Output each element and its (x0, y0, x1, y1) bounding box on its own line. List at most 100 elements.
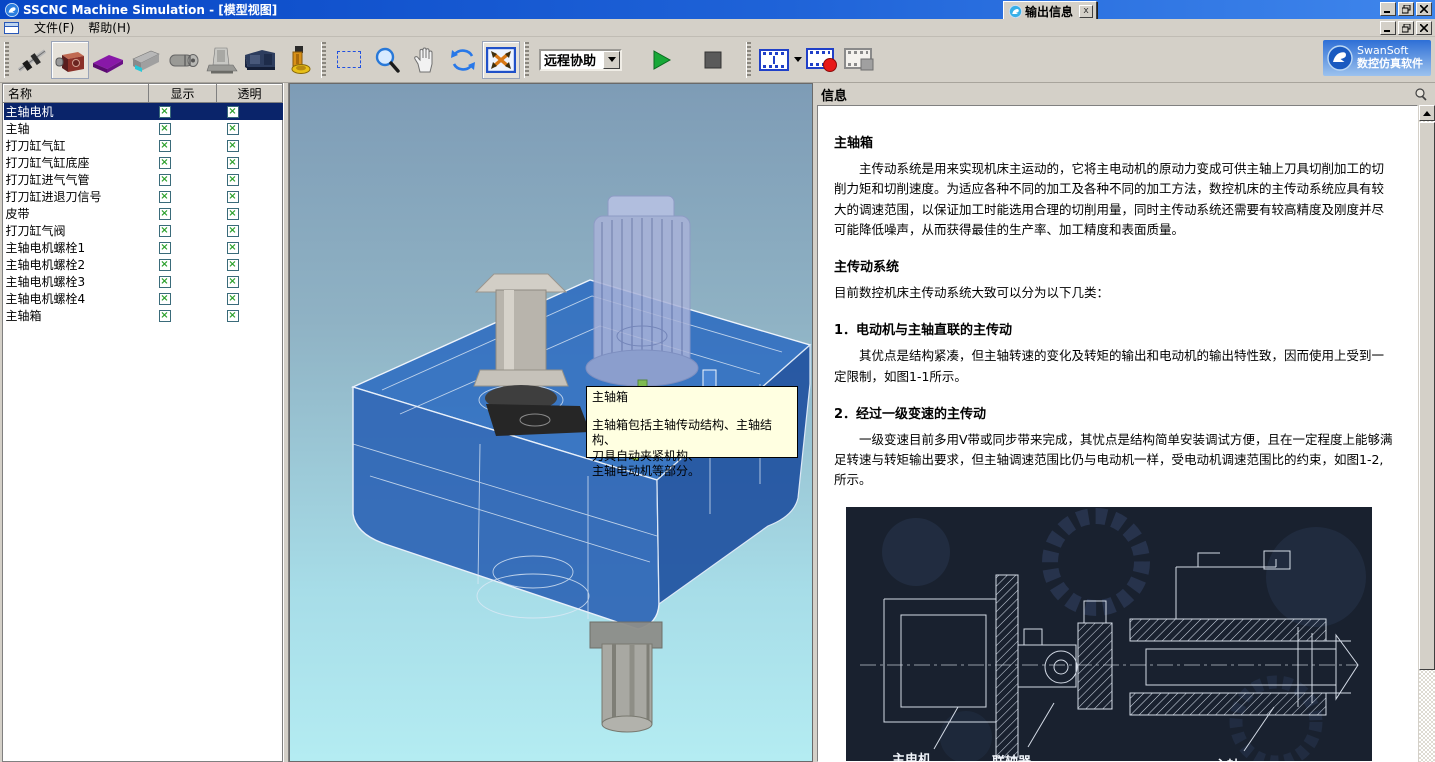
part-name[interactable]: 主轴电机螺栓3 (4, 273, 149, 290)
table-row[interactable]: 打刀缸气缸 × × (4, 137, 283, 154)
child-minimize-button[interactable] (1380, 21, 1396, 35)
transparent-checkbox[interactable]: × (227, 208, 239, 220)
table-row[interactable]: 主轴 × × (4, 120, 283, 137)
menu-file[interactable]: 文件(F) (27, 17, 81, 38)
part-name[interactable]: 主轴箱 (4, 307, 149, 324)
transparent-checkbox[interactable]: × (227, 140, 239, 152)
transparent-checkbox[interactable]: × (227, 276, 239, 288)
spindle-box-icon[interactable] (51, 41, 89, 79)
spindle-shaft-icon[interactable] (13, 41, 51, 79)
zoom-icon[interactable] (368, 41, 406, 79)
machine-bed-icon[interactable] (89, 41, 127, 79)
table-row[interactable]: 主轴电机螺栓4 × × (4, 290, 283, 307)
transparent-checkbox[interactable]: × (227, 123, 239, 135)
tool-changer-icon[interactable] (279, 41, 317, 79)
menu-help[interactable]: 帮助(H) (81, 17, 137, 38)
display-checkbox[interactable]: × (159, 310, 171, 322)
table-row[interactable]: 打刀缸进气气管 × × (4, 171, 283, 188)
film-icon[interactable] (755, 41, 793, 79)
stop-button[interactable] (694, 41, 732, 79)
transparent-checkbox[interactable]: × (227, 157, 239, 169)
model-viewport[interactable]: 主轴箱 主轴箱包括主轴传动结构、主轴结构、 刀具自动夹紧机构、 主轴电动机等部分… (289, 83, 813, 762)
display-checkbox[interactable]: × (159, 140, 171, 152)
transparent-checkbox[interactable]: × (227, 174, 239, 186)
transparent-checkbox[interactable]: × (227, 242, 239, 254)
pan-hand-icon[interactable] (406, 41, 444, 79)
display-checkbox[interactable]: × (159, 259, 171, 271)
part-name[interactable]: 打刀缸进气气管 (4, 171, 149, 188)
table-row[interactable]: 打刀缸气缸底座 × × (4, 154, 283, 171)
remote-assist-dropdown[interactable]: 远程协助 (539, 49, 622, 71)
display-checkbox[interactable]: × (159, 208, 171, 220)
table-row[interactable]: 主轴电机螺栓3 × × (4, 273, 283, 290)
child-close-button[interactable] (1416, 21, 1432, 35)
part-name[interactable]: 主轴电机螺栓2 (4, 256, 149, 273)
display-checkbox[interactable]: × (159, 123, 171, 135)
display-checkbox[interactable]: × (159, 293, 171, 305)
part-name[interactable]: 主轴电机螺栓1 (4, 239, 149, 256)
transparent-checkbox[interactable]: × (227, 310, 239, 322)
display-checkbox[interactable]: × (159, 174, 171, 186)
play-button[interactable] (642, 41, 680, 79)
rotate-icon[interactable] (444, 41, 482, 79)
machine-body-icon[interactable] (241, 41, 279, 79)
table-row[interactable]: 主轴箱 × × (4, 307, 283, 324)
table-row[interactable]: 打刀缸气阀 × × (4, 222, 283, 239)
display-checkbox[interactable]: × (159, 191, 171, 203)
transparent-checkbox[interactable]: × (227, 259, 239, 271)
child-restore-button[interactable] (1398, 21, 1414, 35)
part-name[interactable]: 皮带 (4, 205, 149, 222)
dropdown-arrow-icon[interactable] (603, 51, 620, 69)
tooltip-body: 主轴箱包括主轴传动结构、主轴结构、 刀具自动夹紧机构、 主轴电动机等部分。 (592, 418, 792, 480)
toolbar-grip[interactable] (321, 42, 326, 78)
display-checkbox[interactable]: × (159, 106, 171, 118)
display-checkbox[interactable]: × (159, 225, 171, 237)
minimize-button[interactable] (1380, 2, 1396, 16)
table-row[interactable]: 主轴电机 × × (4, 103, 283, 121)
transparent-checkbox[interactable]: × (227, 225, 239, 237)
table-row[interactable]: 主轴电机螺栓1 × × (4, 239, 283, 256)
column-header-transparent[interactable]: 透明 (217, 85, 283, 103)
part-name[interactable]: 打刀缸气缸 (4, 137, 149, 154)
scroll-up-button[interactable] (1419, 105, 1435, 121)
mdi-child-icon[interactable] (4, 22, 19, 34)
film-stop-icon[interactable] (841, 41, 879, 79)
output-window-close-button[interactable]: x (1079, 5, 1093, 18)
part-name[interactable]: 打刀缸气阀 (4, 222, 149, 239)
pin-icon[interactable] (1414, 88, 1427, 101)
display-checkbox[interactable]: × (159, 276, 171, 288)
part-name[interactable]: 打刀缸进退刀信号 (4, 188, 149, 205)
column-header-name[interactable]: 名称 (4, 85, 149, 103)
saddle-icon[interactable] (127, 41, 165, 79)
film-record-icon[interactable] (803, 41, 841, 79)
fit-view-icon[interactable] (482, 41, 520, 79)
scrollbar-thumb[interactable] (1419, 122, 1435, 670)
column-header-display[interactable]: 显示 (149, 85, 217, 103)
column-icon[interactable] (203, 41, 241, 79)
table-row[interactable]: 打刀缸进退刀信号 × × (4, 188, 283, 205)
toolbar-grip[interactable] (4, 42, 9, 78)
table-row[interactable]: 皮带 × × (4, 205, 283, 222)
select-rect-icon[interactable] (330, 41, 368, 79)
part-name[interactable]: 主轴 (4, 120, 149, 137)
part-name[interactable]: 主轴电机 (4, 103, 149, 121)
section-body: 目前数控机床主传动系统大致可以分为以下几类： (834, 283, 1395, 303)
transparent-checkbox[interactable]: × (227, 191, 239, 203)
display-checkbox[interactable]: × (159, 242, 171, 254)
toolbar-grip[interactable] (746, 42, 751, 78)
display-checkbox[interactable]: × (159, 157, 171, 169)
part-name[interactable]: 主轴电机螺栓4 (4, 290, 149, 307)
film-dropdown-arrow-icon[interactable] (793, 41, 803, 79)
close-button[interactable] (1416, 2, 1432, 16)
restore-button[interactable] (1398, 2, 1414, 16)
figure-label-spindle: 主轴 (1214, 755, 1240, 762)
output-window[interactable]: 输出信息 x (1003, 1, 1097, 21)
transparent-checkbox[interactable]: × (227, 293, 239, 305)
table-row[interactable]: 主轴电机螺栓2 × × (4, 256, 283, 273)
info-scrollbar[interactable] (1419, 105, 1435, 762)
tool-magazine-icon[interactable] (165, 41, 203, 79)
transparent-checkbox[interactable]: × (227, 106, 239, 118)
info-content[interactable]: 主轴箱 主传动系统是用来实现机床主运动的，它将主电动机的原动力变成可供主轴上刀具… (817, 105, 1418, 762)
toolbar-grip[interactable] (524, 42, 529, 78)
part-name[interactable]: 打刀缸气缸底座 (4, 154, 149, 171)
